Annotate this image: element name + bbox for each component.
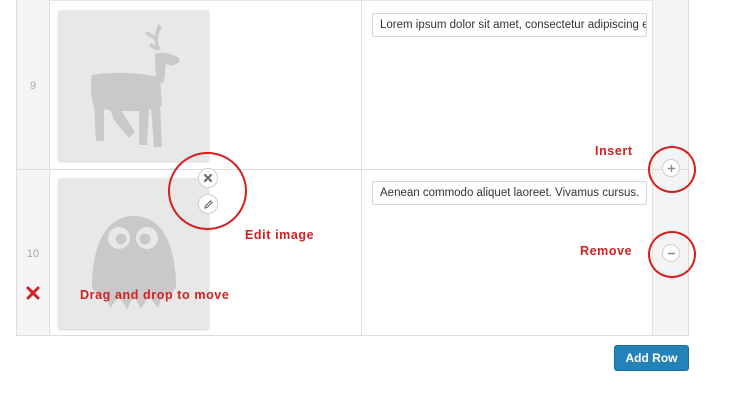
add-row-button[interactable]: Add Row: [614, 345, 689, 371]
remove-annotation: Remove: [580, 244, 633, 258]
insert-highlight: [648, 146, 696, 193]
edit-image-highlight: [168, 152, 247, 230]
column-divider: [361, 0, 362, 335]
text-field[interactable]: Aenean commodo aliquet laoreet. Vivamus …: [372, 181, 647, 205]
repeater-table: 9 Lorem ipsum dolor sit amet, consectetu…: [16, 0, 689, 336]
text-field[interactable]: Lorem ipsum dolor sit amet, consectetur …: [372, 13, 647, 37]
drag-annotation: Drag and drop to move: [80, 288, 230, 302]
remove-highlight: [648, 231, 696, 278]
image-thumbnail[interactable]: [58, 10, 209, 161]
row-divider: [17, 169, 688, 170]
order-column: [17, 0, 50, 335]
delete-row-button[interactable]: [26, 286, 40, 300]
table-top-border: [17, 0, 688, 1]
row-number[interactable]: 9: [17, 80, 49, 92]
edit-image-annotation: Edit image: [245, 228, 315, 242]
insert-annotation: Insert: [595, 144, 633, 158]
x-icon: [26, 286, 40, 300]
row-number[interactable]: 10: [17, 248, 49, 260]
deer-icon: [90, 24, 180, 147]
